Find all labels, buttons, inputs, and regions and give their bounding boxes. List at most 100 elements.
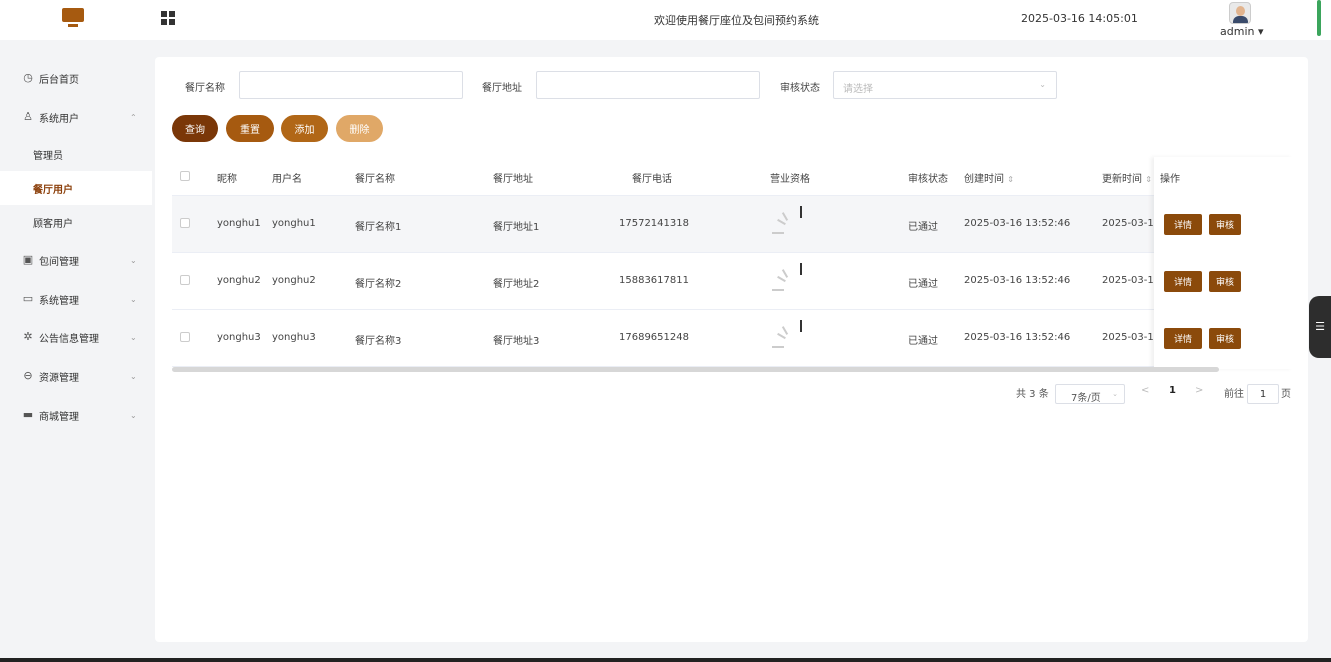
sort-icon[interactable]: ⇕	[1145, 175, 1152, 184]
page-scrollbar[interactable]	[1317, 0, 1321, 36]
column-restaurant-name: 餐厅名称	[355, 174, 395, 185]
shop-icon: ▬	[22, 408, 34, 421]
cell-updated-time: 2025-03-16	[1102, 218, 1161, 229]
restaurant-address-input[interactable]	[536, 71, 760, 99]
column-username: 用户名	[272, 174, 302, 185]
cell-review-status: 已通过	[908, 279, 938, 290]
folder-icon: ▭	[22, 292, 34, 305]
sidebar: ◷ 后台首页 ♙ 系统用户 ⌃ 管理员 餐厅用户 顾客用户 ▣ 包间管理 ⌄ ▭…	[0, 40, 152, 662]
row-checkbox[interactable]	[180, 332, 190, 342]
loading-spinner-icon	[772, 263, 802, 293]
goto-label: 前往	[1224, 389, 1244, 400]
sort-icon[interactable]: ⇕	[1007, 175, 1014, 184]
reset-button[interactable]: 重置	[226, 115, 274, 142]
sidebar-subitem-admin[interactable]: 管理员	[0, 137, 152, 171]
page-size-select[interactable]: 7条/页 ⌄	[1055, 384, 1125, 404]
status-select[interactable]: 请选择 ⌄	[833, 71, 1057, 99]
cell-updated-time: 2025-03-16	[1102, 332, 1161, 343]
add-button[interactable]: 添加	[281, 115, 328, 142]
table-horizontal-scrollbar[interactable]	[172, 367, 1219, 372]
detail-button[interactable]: 详情	[1164, 214, 1202, 235]
select-all-checkbox[interactable]	[180, 171, 190, 181]
chevron-down-icon: ⌄	[130, 255, 137, 265]
column-updated-time[interactable]: 更新时间 ⇕	[1102, 170, 1152, 185]
review-button[interactable]: 审核	[1209, 328, 1241, 349]
cell-review-status: 已通过	[908, 336, 938, 347]
avatar[interactable]	[1229, 2, 1251, 24]
sidebar-item-notices[interactable]: ✲ 公告信息管理 ⌄	[0, 319, 152, 355]
column-restaurant-phone: 餐厅电话	[632, 174, 672, 185]
cell-restaurant-name: 餐厅名称1	[355, 222, 402, 233]
sparkle-icon: ✲	[23, 330, 33, 343]
site-title: 欢迎使用餐厅座位及包间预约系统	[654, 14, 819, 27]
grid-icon[interactable]	[161, 11, 175, 25]
cell-created-time: 2025-03-16 13:52:46	[964, 275, 1071, 286]
cell-updated-time: 2025-03-16	[1102, 275, 1161, 286]
detail-button[interactable]: 详情	[1164, 271, 1202, 292]
column-restaurant-address: 餐厅地址	[493, 174, 533, 185]
filter-status-label: 审核状态	[780, 83, 820, 94]
review-button[interactable]: 审核	[1209, 271, 1241, 292]
prev-page-button[interactable]: <	[1141, 385, 1149, 396]
top-bar: 欢迎使用餐厅座位及包间预约系统 2025-03-16 14:05:01 admi…	[0, 0, 1331, 40]
sidebar-item-system-users[interactable]: ♙ 系统用户 ⌃	[0, 99, 152, 135]
page-suffix: 页	[1281, 389, 1291, 400]
box-icon: ⊖	[23, 369, 33, 382]
chevron-down-icon: ⌄	[1039, 80, 1046, 89]
filter-address-label: 餐厅地址	[482, 83, 522, 94]
loading-spinner-icon	[772, 206, 802, 236]
column-nickname: 昵称	[217, 174, 237, 185]
search-button[interactable]: 查询	[172, 115, 218, 142]
cell-restaurant-address: 餐厅地址1	[493, 222, 540, 233]
row-checkbox[interactable]	[180, 275, 190, 285]
cell-username: yonghu2	[272, 275, 316, 286]
sidebar-item-home[interactable]: ◷ 后台首页	[0, 60, 152, 96]
delete-button[interactable]: 删除	[336, 115, 383, 142]
monitor-icon	[62, 8, 84, 30]
header-datetime: 2025-03-16 14:05:01	[1021, 12, 1138, 25]
page-number-1[interactable]: 1	[1169, 385, 1176, 396]
cell-created-time: 2025-03-16 13:52:46	[964, 332, 1071, 343]
user-name[interactable]: admin ▾	[1220, 25, 1263, 38]
chevron-down-icon: ⌄	[130, 410, 137, 420]
filter-name-label: 餐厅名称	[185, 83, 225, 94]
pagination-total: 共 3 条	[1016, 389, 1049, 400]
table-header: 昵称 用户名 餐厅名称 餐厅地址 餐厅电话 营业资格 审核状态 创建时间 ⇕ 更…	[172, 157, 1293, 196]
cell-restaurant-phone: 17689651248	[619, 332, 689, 343]
cell-restaurant-address: 餐厅地址3	[493, 336, 540, 347]
sidebar-item-resources[interactable]: ⊖ 资源管理 ⌄	[0, 358, 152, 394]
sidebar-item-shop[interactable]: ▬ 商城管理 ⌄	[0, 397, 152, 433]
cell-restaurant-phone: 17572141318	[619, 218, 689, 229]
restaurant-name-input[interactable]	[239, 71, 463, 99]
sidebar-item-rooms[interactable]: ▣ 包间管理 ⌄	[0, 242, 152, 278]
sidebar-subitem-customer-users[interactable]: 顾客用户	[0, 205, 152, 239]
chevron-down-icon: ⌄	[1112, 390, 1118, 398]
next-page-button[interactable]: >	[1195, 385, 1203, 396]
row-checkbox[interactable]	[180, 218, 190, 228]
goto-page-input[interactable]	[1247, 384, 1279, 404]
actions-column: 操作 详情 审核 详情 审核 详情 审核	[1154, 157, 1293, 369]
user-menu[interactable]: admin ▾	[1220, 2, 1263, 38]
detail-button[interactable]: 详情	[1164, 328, 1202, 349]
sidebar-item-system[interactable]: ▭ 系统管理 ⌄	[0, 281, 152, 317]
side-drawer-handle[interactable]: ☰	[1309, 296, 1331, 358]
main-content: 餐厅名称 餐厅地址 审核状态 请选择 ⌄ 查询 重置 添加 删除 昵称 用户名 …	[155, 57, 1308, 642]
cell-restaurant-address: 餐厅地址2	[493, 279, 540, 290]
cell-username: yonghu1	[272, 218, 316, 229]
user-icon: ♙	[23, 110, 33, 123]
cell-restaurant-name: 餐厅名称3	[355, 336, 402, 347]
cell-username: yonghu3	[272, 332, 316, 343]
chevron-down-icon: ⌄	[130, 294, 137, 304]
chevron-up-icon: ⌃	[130, 112, 137, 122]
chevron-down-icon: ⌄	[130, 371, 137, 381]
cell-review-status: 已通过	[908, 222, 938, 233]
loading-spinner-icon	[772, 320, 802, 350]
cell-created-time: 2025-03-16 13:52:46	[964, 218, 1071, 229]
clock-icon: ◷	[23, 71, 33, 84]
table-row: yonghu1 yonghu1 餐厅名称1 餐厅地址1 17572141318 …	[172, 196, 1293, 253]
column-business-license: 营业资格	[770, 174, 810, 185]
room-icon: ▣	[22, 253, 34, 266]
column-created-time[interactable]: 创建时间 ⇕	[964, 170, 1014, 185]
review-button[interactable]: 审核	[1209, 214, 1241, 235]
sidebar-subitem-restaurant-users[interactable]: 餐厅用户	[0, 171, 152, 205]
